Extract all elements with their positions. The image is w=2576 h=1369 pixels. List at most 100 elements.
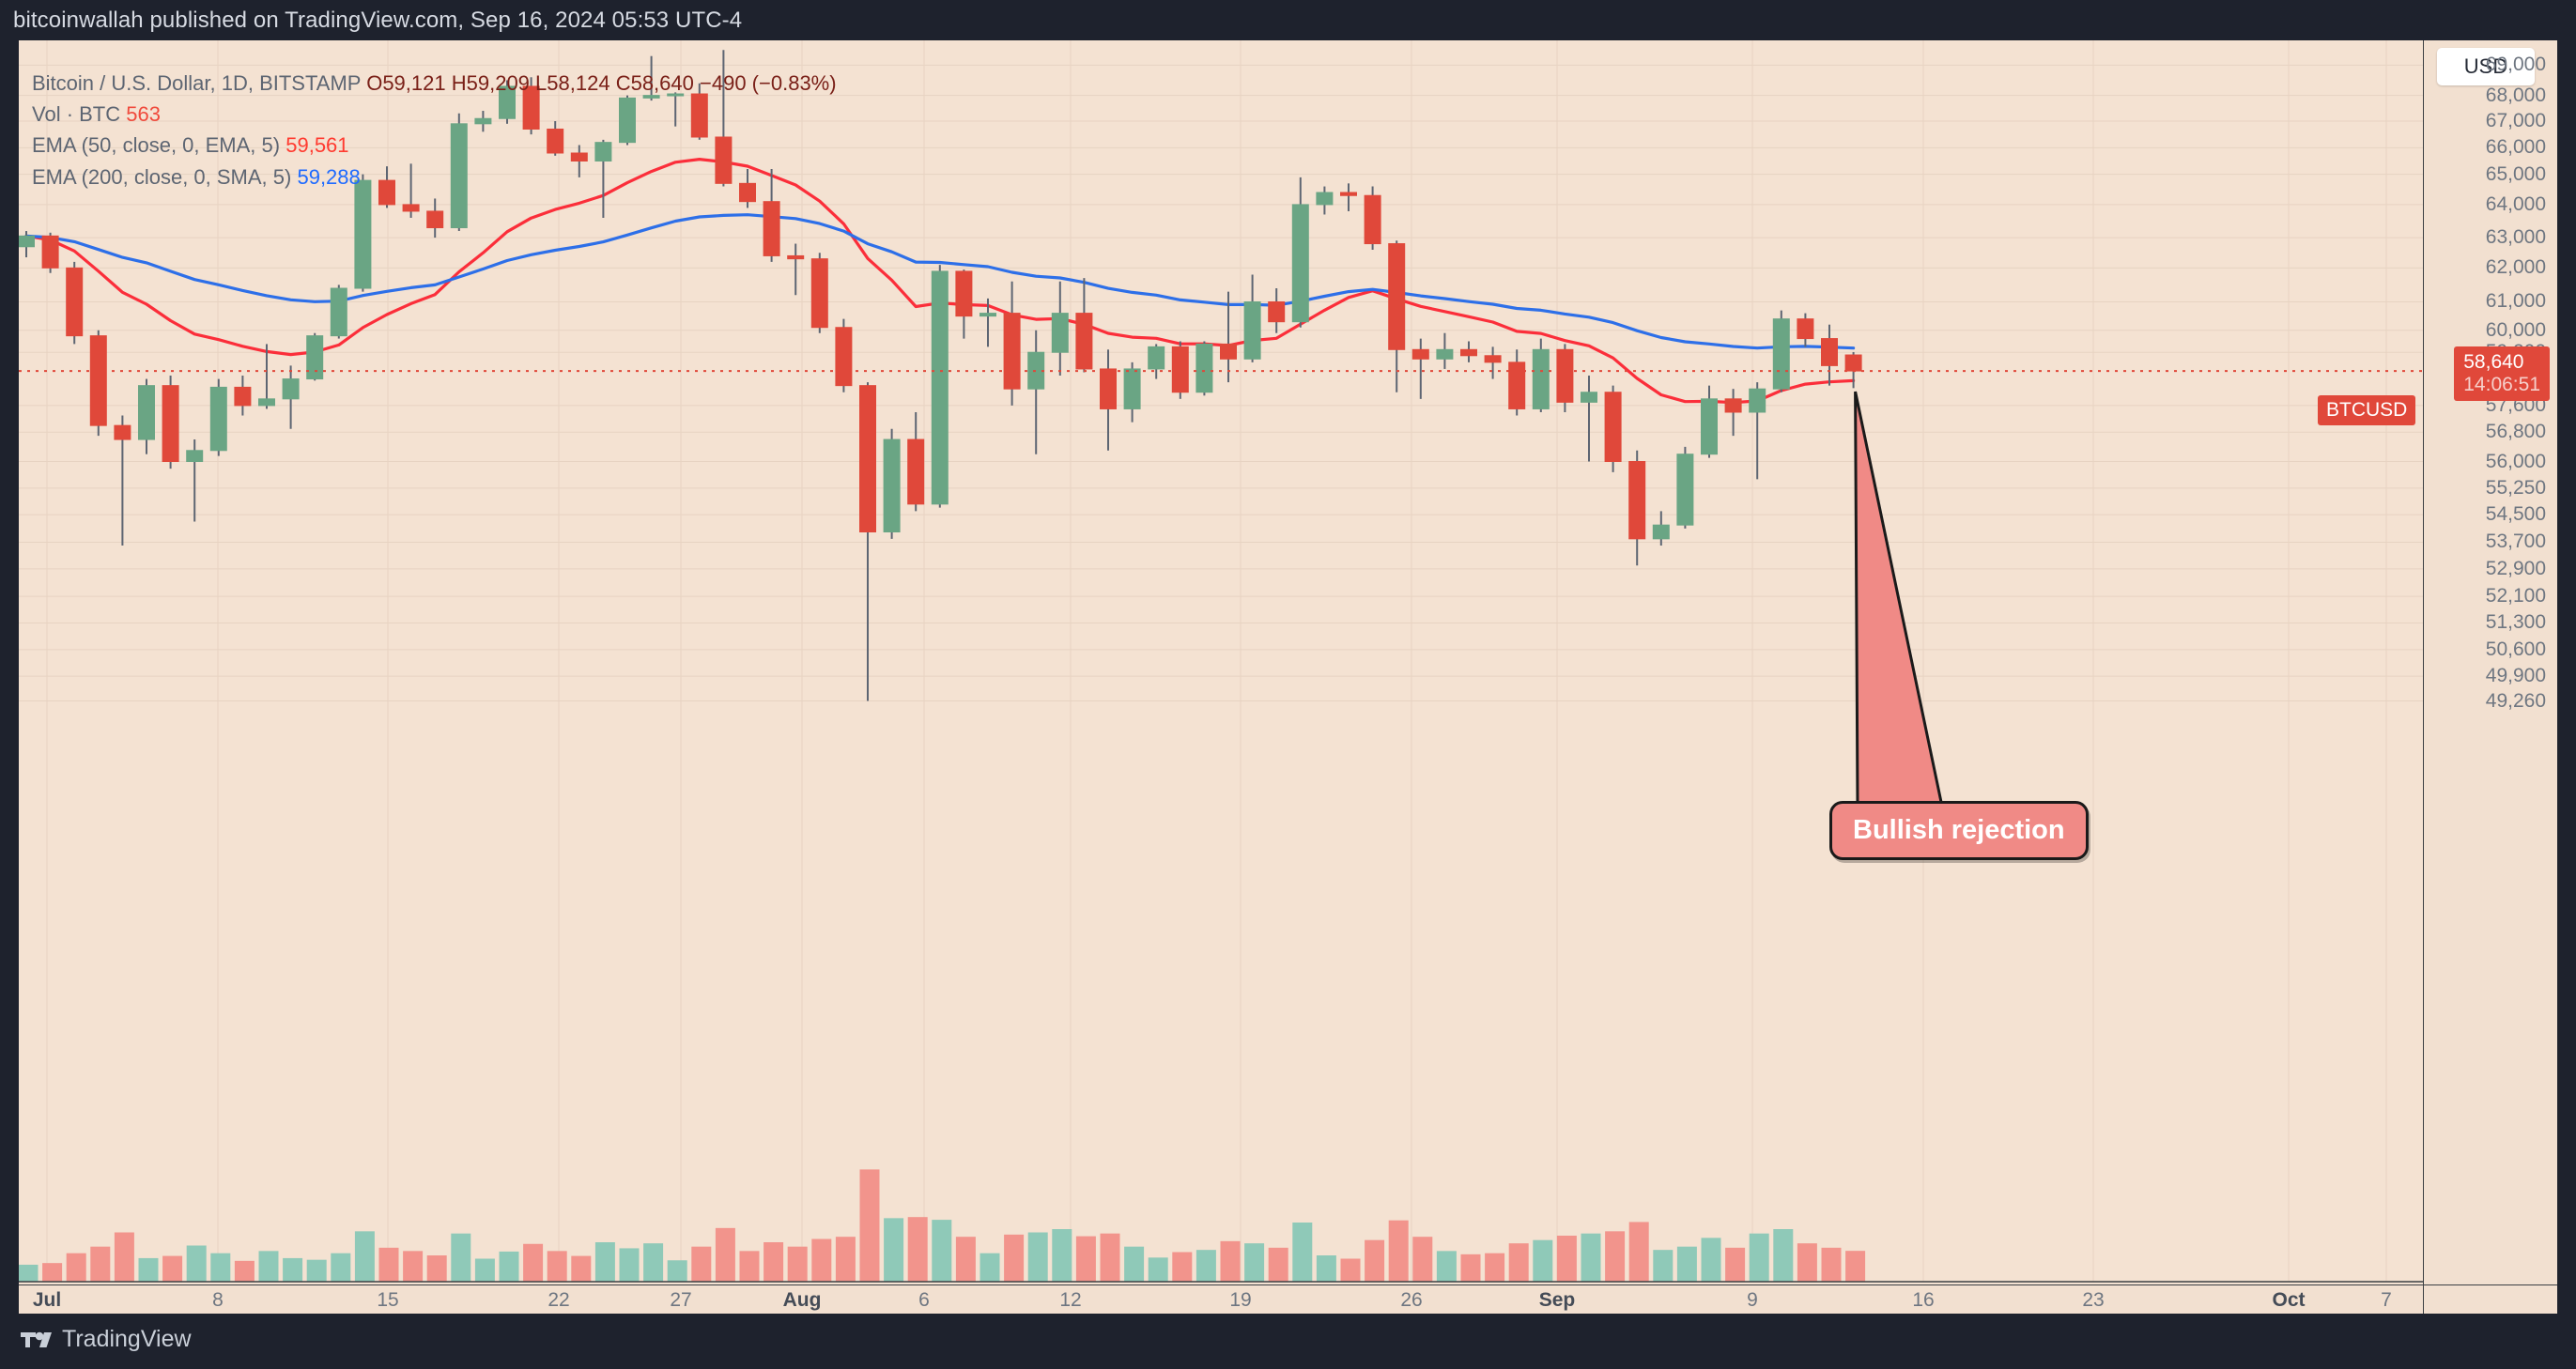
volume-bar: [1195, 1250, 1216, 1282]
candle-body: [1772, 318, 1790, 390]
time-axis-label: Aug: [782, 1289, 822, 1311]
candle-body: [162, 385, 179, 463]
chart-frame: USD 69,000 68,000 67,000 66,000 65,000 64,000…: [19, 40, 2557, 1314]
price-axis[interactable]: USD 69,000 68,000 67,000 66,000 65,000 64,000…: [2423, 40, 2557, 1284]
volume-bar: [426, 1255, 447, 1282]
price-axis-label: 49,260: [2485, 689, 2546, 712]
volume-bar: [1845, 1251, 1866, 1282]
time-axis-label: 8: [212, 1289, 224, 1311]
candle-body: [282, 378, 300, 400]
candle-body: [690, 93, 708, 138]
volume-bar: [1100, 1233, 1120, 1282]
candle-body: [787, 254, 805, 260]
candle-body: [1243, 300, 1261, 360]
volume-bar: [1749, 1233, 1769, 1282]
price-axis-label: 62,000: [2485, 256, 2546, 279]
volume-bar: [955, 1237, 976, 1282]
published-bar: bitcoinwallah published on TradingView.c…: [0, 0, 2576, 40]
horizontal-gridlines: [19, 64, 2423, 702]
candle-body: [186, 450, 204, 463]
candle-body: [1676, 454, 1694, 526]
candle-body: [619, 97, 636, 144]
time-axis-label: Oct: [2272, 1289, 2306, 1311]
time-axis-label: 19: [1229, 1289, 1252, 1311]
volume-bar: [764, 1242, 784, 1282]
time-axis[interactable]: Jul 8 15 22 27 Aug 6 12 19 26 Sep 9 16 23 Oct 7: [19, 1284, 2423, 1314]
candle-body: [810, 258, 828, 329]
annotation-bullish-rejection[interactable]: Bullish rejection: [1829, 801, 2089, 860]
volume-bar: [474, 1258, 495, 1282]
time-axis-label: 15: [377, 1289, 399, 1311]
current-price-tag: 58,640 14:06:51: [2454, 346, 2550, 402]
candle-body: [426, 210, 444, 229]
candle-body: [570, 152, 588, 162]
price-axis-label: 69,000: [2485, 54, 2546, 76]
candle-body: [931, 270, 949, 505]
volume-bar: [1268, 1247, 1288, 1282]
candle-body: [499, 85, 516, 119]
candle-body: [1411, 348, 1429, 360]
candle-body: [715, 136, 733, 184]
volume-bar: [1172, 1252, 1193, 1282]
volume-bar: [1701, 1238, 1721, 1282]
volume-bar: [571, 1255, 592, 1282]
volume-bar: [354, 1231, 375, 1282]
volume-bar: [1436, 1251, 1457, 1282]
candle-body: [1075, 313, 1093, 370]
candle-body: [1628, 461, 1646, 540]
volume-bar: [1316, 1255, 1336, 1282]
time-axis-label: 7: [2381, 1289, 2392, 1311]
volume-bar: [1581, 1233, 1601, 1282]
candle-body: [1148, 346, 1165, 370]
price-axis-label: 55,250: [2485, 476, 2546, 499]
candle-body: [1581, 392, 1597, 403]
candle-body: [1724, 398, 1742, 413]
volume-bar: [619, 1248, 640, 1282]
candle-body: [89, 335, 107, 426]
candle-body: [1123, 368, 1141, 409]
chart-pane[interactable]: [19, 40, 2423, 1284]
candle-body: [1532, 348, 1550, 409]
price-axis-label: 52,100: [2485, 585, 2546, 608]
candle-body: [1003, 313, 1021, 390]
candle-body: [1268, 300, 1286, 323]
time-axis-label: Sep: [1538, 1289, 1576, 1311]
candle-body: [402, 204, 420, 212]
candle-body: [306, 335, 324, 380]
volume-bar: [523, 1243, 544, 1282]
volume-bar: [42, 1263, 63, 1282]
candle-body: [354, 179, 372, 289]
volume-bar: [1124, 1246, 1145, 1282]
volume-bar: [403, 1251, 424, 1282]
candle-body: [667, 93, 685, 97]
volume-bar: [186, 1245, 207, 1282]
volume-bar: [451, 1233, 471, 1282]
volume-bar: [1725, 1247, 1746, 1282]
volume-bar: [1365, 1239, 1385, 1282]
candle-body: [859, 385, 876, 533]
price-axis-label: 68,000: [2485, 84, 2546, 106]
volume-bar: [378, 1247, 399, 1282]
volume-bar: [1653, 1250, 1674, 1282]
time-axis-label: 12: [1059, 1289, 1082, 1311]
time-axis-label: 26: [1400, 1289, 1423, 1311]
volume-bar: [979, 1253, 1000, 1282]
candle-body: [547, 128, 564, 154]
candle-body: [1484, 355, 1502, 363]
volume-bar: [1797, 1243, 1817, 1282]
candle-body: [1604, 392, 1622, 463]
candle-body: [138, 385, 155, 440]
candlestick-canvas: [19, 40, 2423, 1283]
candle-body: [378, 179, 395, 206]
candle-body: [883, 438, 901, 533]
candle-body: [594, 142, 612, 162]
tradingview-chart-app: bitcoinwallah published on TradingView.c…: [0, 0, 2576, 1369]
volume-bar: [1052, 1229, 1072, 1282]
volume-bar: [859, 1169, 880, 1282]
candle-body: [1821, 338, 1838, 366]
price-axis-label: 52,900: [2485, 557, 2546, 579]
candle-body: [1171, 346, 1189, 393]
price-axis-label: 67,000: [2485, 109, 2546, 131]
price-axis-label: 66,000: [2485, 136, 2546, 159]
volume-bar: [1556, 1236, 1577, 1282]
